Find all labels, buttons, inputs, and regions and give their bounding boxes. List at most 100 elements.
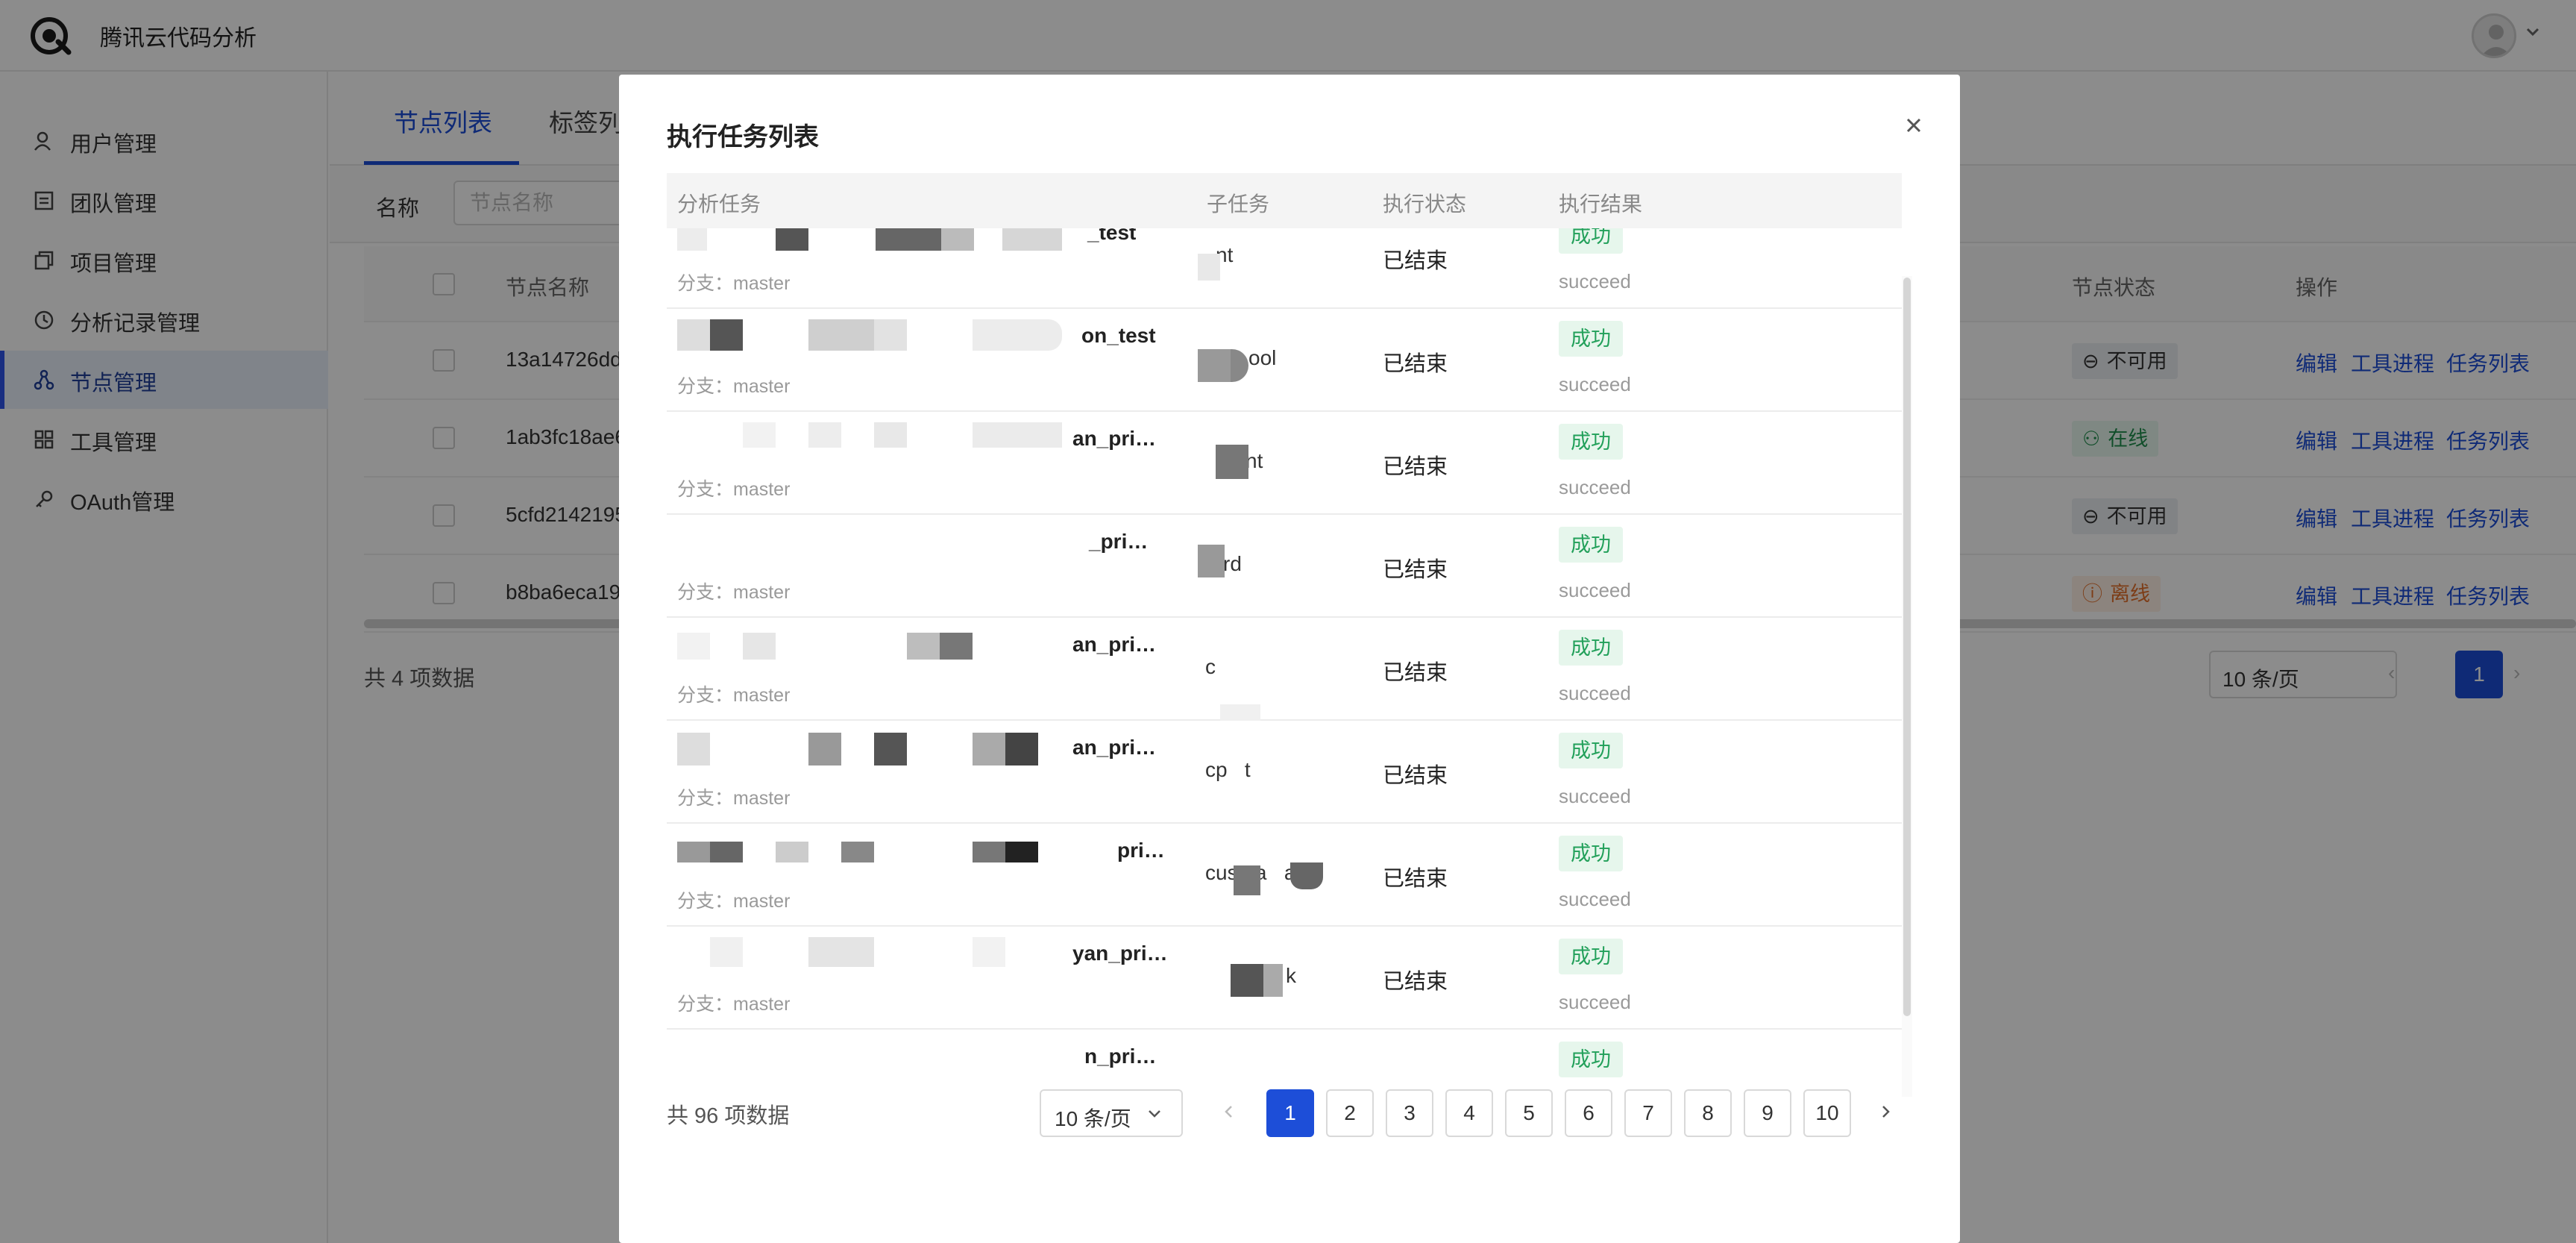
table-row: an_pri… 分支：master cp t 已结束 成功 succeed — [667, 721, 1902, 824]
task-name: an_pri… — [1072, 736, 1157, 759]
chevron-left-icon[interactable] — [1220, 1103, 1238, 1121]
result-text: succeed — [1559, 785, 1631, 807]
page-button-6[interactable]: 6 — [1565, 1089, 1612, 1137]
task-list-modal: 执行任务列表 分析任务 子任务 执行状态 执行结果 _test 分支：maste… — [619, 75, 1960, 1243]
redaction-block — [677, 733, 710, 765]
table-row: _test 分支：master nt 已结束 成功 succeed — [667, 228, 1902, 309]
modal-title: 执行任务列表 — [667, 123, 819, 151]
redaction-block — [710, 319, 743, 351]
redaction-block — [677, 842, 710, 862]
page-button-3[interactable]: 3 — [1386, 1089, 1433, 1137]
table-row: an_pri… 分支：master nt 已结束 成功 succeed — [667, 412, 1902, 515]
subtask-name: c — [1205, 655, 1216, 678]
task-name: _test — [1087, 228, 1137, 244]
redaction-block — [710, 937, 743, 967]
column-state: 执行状态 — [1383, 192, 1467, 216]
result-text: succeed — [1559, 991, 1631, 1013]
redaction-block — [1005, 842, 1038, 862]
chevron-down-icon — [1149, 1110, 1160, 1118]
state-text: 已结束 — [1383, 558, 1448, 582]
branch-label: 分支：master — [677, 479, 791, 500]
success-tag: 成功 — [1559, 733, 1623, 768]
branch-label: 分支：master — [677, 891, 791, 912]
success-tag: 成功 — [1559, 527, 1623, 563]
task-table-header: 分析任务 子任务 执行状态 执行结果 — [667, 173, 1902, 228]
close-icon[interactable] — [1899, 110, 1929, 140]
redaction-block — [776, 228, 808, 251]
success-tag: 成功 — [1559, 228, 1623, 254]
page-button-5[interactable]: 5 — [1505, 1089, 1553, 1137]
redaction-block — [677, 228, 707, 251]
state-text: 已结束 — [1383, 249, 1448, 273]
table-row: yan_pri… 分支：master k 已结束 成功 succeed — [667, 927, 1902, 1030]
table-row: on_test 分支：master ool 已结束 成功 succeed — [667, 309, 1902, 412]
success-tag: 成功 — [1559, 939, 1623, 974]
success-tag: 成功 — [1559, 836, 1623, 871]
column-subtask: 子任务 — [1207, 192, 1270, 216]
redaction-block — [710, 842, 743, 862]
redaction-block — [808, 733, 841, 765]
column-result: 执行结果 — [1559, 192, 1643, 216]
redaction-block — [973, 422, 1062, 448]
table-row: pri… 分支：master cus a an 已结束 成功 succeed — [667, 824, 1902, 927]
redaction-block — [808, 422, 841, 448]
branch-label: 分支：master — [677, 685, 791, 706]
success-tag: 成功 — [1559, 424, 1623, 460]
state-text: 已结束 — [1383, 661, 1448, 685]
column-task: 分析任务 — [677, 192, 761, 216]
redaction-block — [776, 842, 808, 862]
subtask-name: rd — [1223, 552, 1242, 575]
success-tag: 成功 — [1559, 630, 1623, 666]
redaction-block — [907, 633, 940, 660]
task-table-body: _test 分支：master nt 已结束 成功 succeed on_tes… — [667, 228, 1902, 1103]
redaction-block — [973, 319, 1062, 351]
result-text: succeed — [1559, 579, 1631, 601]
subtask-name: k — [1286, 964, 1296, 987]
subtask-name: ool — [1248, 346, 1277, 369]
redaction-block — [874, 319, 907, 351]
redaction-block — [808, 937, 874, 967]
redaction-block — [874, 733, 907, 765]
task-name: _pri… — [1089, 530, 1149, 553]
task-name: an_pri… — [1072, 427, 1157, 450]
state-text: 已结束 — [1383, 455, 1448, 479]
task-name: n_pri… — [1084, 1045, 1157, 1068]
task-name: on_test — [1081, 324, 1156, 347]
redaction-block — [1198, 545, 1225, 577]
redaction-block — [808, 319, 874, 351]
state-text: 已结束 — [1383, 764, 1448, 788]
redaction-block — [743, 633, 776, 660]
page-button-2[interactable]: 2 — [1326, 1089, 1374, 1137]
page-button-4[interactable]: 4 — [1445, 1089, 1493, 1137]
redaction-block — [941, 228, 974, 251]
redaction-block — [841, 842, 874, 862]
redaction-block — [1198, 254, 1220, 281]
redaction-block — [677, 633, 710, 660]
page-button-8[interactable]: 8 — [1684, 1089, 1732, 1137]
redaction-block — [1002, 228, 1062, 251]
total-count: 共 96 项数据 — [667, 1104, 790, 1128]
state-text: 已结束 — [1383, 970, 1448, 994]
branch-label: 分支：master — [677, 994, 791, 1015]
page-button-9[interactable]: 9 — [1744, 1089, 1791, 1137]
redaction-block — [876, 228, 941, 251]
redaction-block — [973, 842, 1005, 862]
vertical-scrollbar[interactable] — [1903, 278, 1911, 1016]
redaction-block — [973, 733, 1005, 765]
task-name: yan_pri… — [1072, 942, 1168, 965]
subtask-name: cp t — [1205, 758, 1251, 781]
page-button-7[interactable]: 7 — [1624, 1089, 1672, 1137]
branch-label: 分支：master — [677, 582, 791, 603]
page-button-1[interactable]: 1 — [1266, 1089, 1314, 1137]
redaction-block — [874, 422, 907, 448]
redaction-block — [1216, 445, 1248, 479]
branch-label: 分支：master — [677, 376, 791, 397]
redaction-block — [677, 319, 710, 351]
table-row: _pri… 分支：master rd 已结束 成功 succeed — [667, 515, 1902, 618]
chevron-right-icon[interactable] — [1876, 1103, 1894, 1121]
redaction-block — [1234, 865, 1260, 895]
redaction-block — [973, 937, 1005, 967]
redaction-block — [1290, 862, 1323, 889]
page-button-10[interactable]: 10 — [1803, 1089, 1851, 1137]
redaction-block — [743, 422, 776, 448]
